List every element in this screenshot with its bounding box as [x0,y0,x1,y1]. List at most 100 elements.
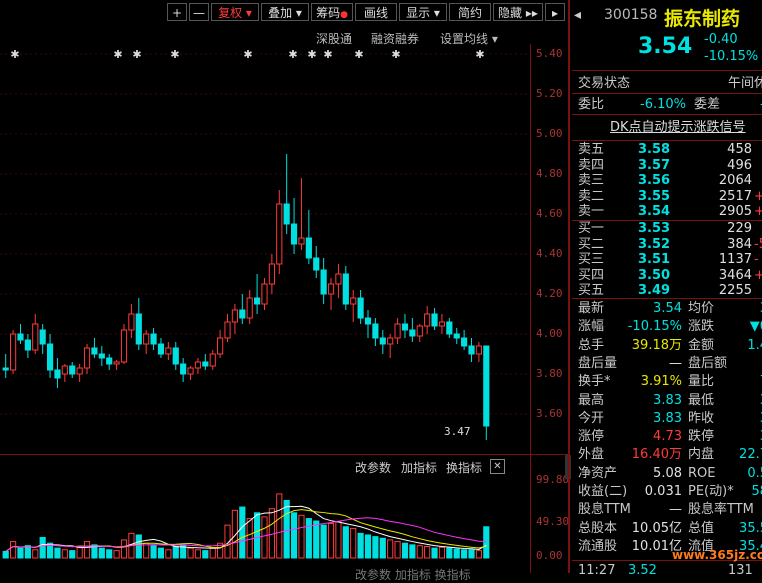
panel-divider [0,454,568,455]
asks-price: 3.57 [638,157,671,173]
event-marker-icon[interactable]: ✱ [243,48,252,61]
bids-change: + [754,267,762,283]
bids-change: - [754,252,759,267]
stat-value: 10.05亿 [631,520,682,536]
asks-volume: 458 [727,142,752,157]
bids-volume: 2255 [718,283,752,298]
prev-stock-icon[interactable]: ◂ [574,7,581,23]
event-marker-icon[interactable]: ✱ [10,48,19,61]
event-marker-icon[interactable]: ✱ [354,48,363,61]
asks-row[interactable]: 卖一 3.54 2905+1 [578,203,762,220]
event-marker-icon[interactable]: ✱ [113,48,122,61]
volume-bar [313,520,320,559]
candle-body [128,313,135,331]
huaxian-button[interactable]: 画线 [355,3,397,21]
candle-body [475,345,482,355]
dk-signal-link[interactable]: DK点自动提示涨跌信号 [610,119,746,136]
candle-body [424,313,431,327]
zoom-out-button[interactable]: — [189,3,209,21]
asks-label: 卖三 [578,173,605,188]
candle-body [379,337,386,345]
stat-row: 涨停 4.73 跌停 3 [578,428,762,445]
status-label: 交易状态 [578,76,631,91]
bids-row[interactable]: 买三 3.51 1137- [578,251,762,268]
expand-button[interactable]: ▸ [545,3,565,21]
stat-label: 涨停 [578,429,605,445]
candle-body [61,365,68,375]
jianyue-button[interactable]: 简约 [449,3,491,21]
stat-value-2: ▼0 [749,319,762,335]
add-indicator-link[interactable]: 加指标 [401,459,437,476]
asks-row[interactable]: 卖三 3.56 2064 [578,172,762,189]
volume-bar [187,547,194,559]
stat-row: 换手* 3.91% 量比 7 [578,373,762,390]
bids-row[interactable]: 买五 3.49 2255 [578,282,762,299]
candle-body [446,321,453,335]
low-price-marker: 3.47 [444,425,471,438]
asks-row[interactable]: 卖二 3.55 2517 + [578,188,762,205]
candle-body [120,329,128,363]
vol-axis-mid: 49.30 [536,515,570,528]
bids-row[interactable]: 买一 3.53 229 [578,220,762,237]
candle-body [327,283,335,295]
kline-chart-area[interactable]: + — 复权 ▾ 叠加 ▾ 筹码● 画线 显示 ▾ 简约 隐藏 ▸▸ ▸ 深股通… [0,0,571,582]
swap-indicator-link[interactable]: 换指标 [446,459,482,476]
close-icon[interactable]: ✕ [490,459,505,474]
xianshi-dropdown[interactable]: 显示 ▾ [399,3,447,21]
bids-row[interactable]: 买四 3.50 3464 + [578,267,762,284]
candle-body [98,353,105,359]
candle-body [46,343,54,371]
asks-row[interactable]: 卖五 3.58 458 [578,141,762,158]
diejia-dropdown[interactable]: 叠加 ▾ [261,3,309,21]
volume-bar [453,548,460,559]
event-marker-icon[interactable]: ✱ [307,48,316,61]
candle-body [313,257,320,271]
asks-volume: 496 [727,157,752,173]
candle-body [335,273,342,285]
candle-body [157,343,165,355]
volume-bar [357,532,364,559]
volume-bar [10,541,17,559]
volume-bar [113,550,120,559]
fuquan-dropdown[interactable]: 复权 ▾ [211,3,259,21]
candle-body [468,345,475,355]
bids-label: 买三 [578,252,605,267]
change-param-link[interactable]: 改参数 [355,459,391,476]
volume-bar [438,546,446,559]
candle-body [194,361,202,369]
volume-bar [54,547,61,559]
stat-label: 今开 [578,410,605,426]
stat-row: 净资产 5.08 ROE 0.5 [578,465,762,482]
stat-row: 股息TTM — 股息率TTM [578,501,762,518]
candle-body [401,323,409,331]
stat-label: 换手* [578,374,611,390]
volume-bar [194,549,202,559]
asks-volume: 2064 [718,173,752,188]
bids-label: 买四 [578,267,605,283]
asks-row[interactable]: 卖四 3.57 496 [578,157,762,174]
event-marker-icon[interactable]: ✱ [170,48,179,61]
candle-body [298,237,305,245]
bids-row[interactable]: 买二 3.52 384-5 [578,236,762,253]
event-marker-icon[interactable]: ✱ [391,48,400,61]
candle-body [217,337,224,355]
candle-body [165,347,172,355]
stat-value-2: 3 [728,300,762,317]
stat-row: 最新 3.54 均价 3 [578,300,762,317]
stat-label-2: 跌停 [688,429,715,445]
event-marker-icon[interactable]: ✱ [323,48,332,61]
bids-price: 3.50 [638,267,671,283]
candle-body [372,323,379,339]
event-marker-icon[interactable]: ✱ [132,48,141,61]
tick-vol: 131 [728,563,753,578]
chouma-button[interactable]: 筹码● [311,3,353,21]
event-marker-icon[interactable]: ✱ [475,48,484,61]
stat-row: 最高 3.83 最低 3 [578,392,762,409]
candle-body [342,273,349,305]
yincang-button[interactable]: 隐藏 ▸▸ [493,3,543,21]
divider [572,93,762,94]
volume-bar [446,547,453,559]
bids-price: 3.52 [638,236,671,252]
zoom-in-button[interactable]: + [167,3,187,21]
event-marker-icon[interactable]: ✱ [288,48,297,61]
